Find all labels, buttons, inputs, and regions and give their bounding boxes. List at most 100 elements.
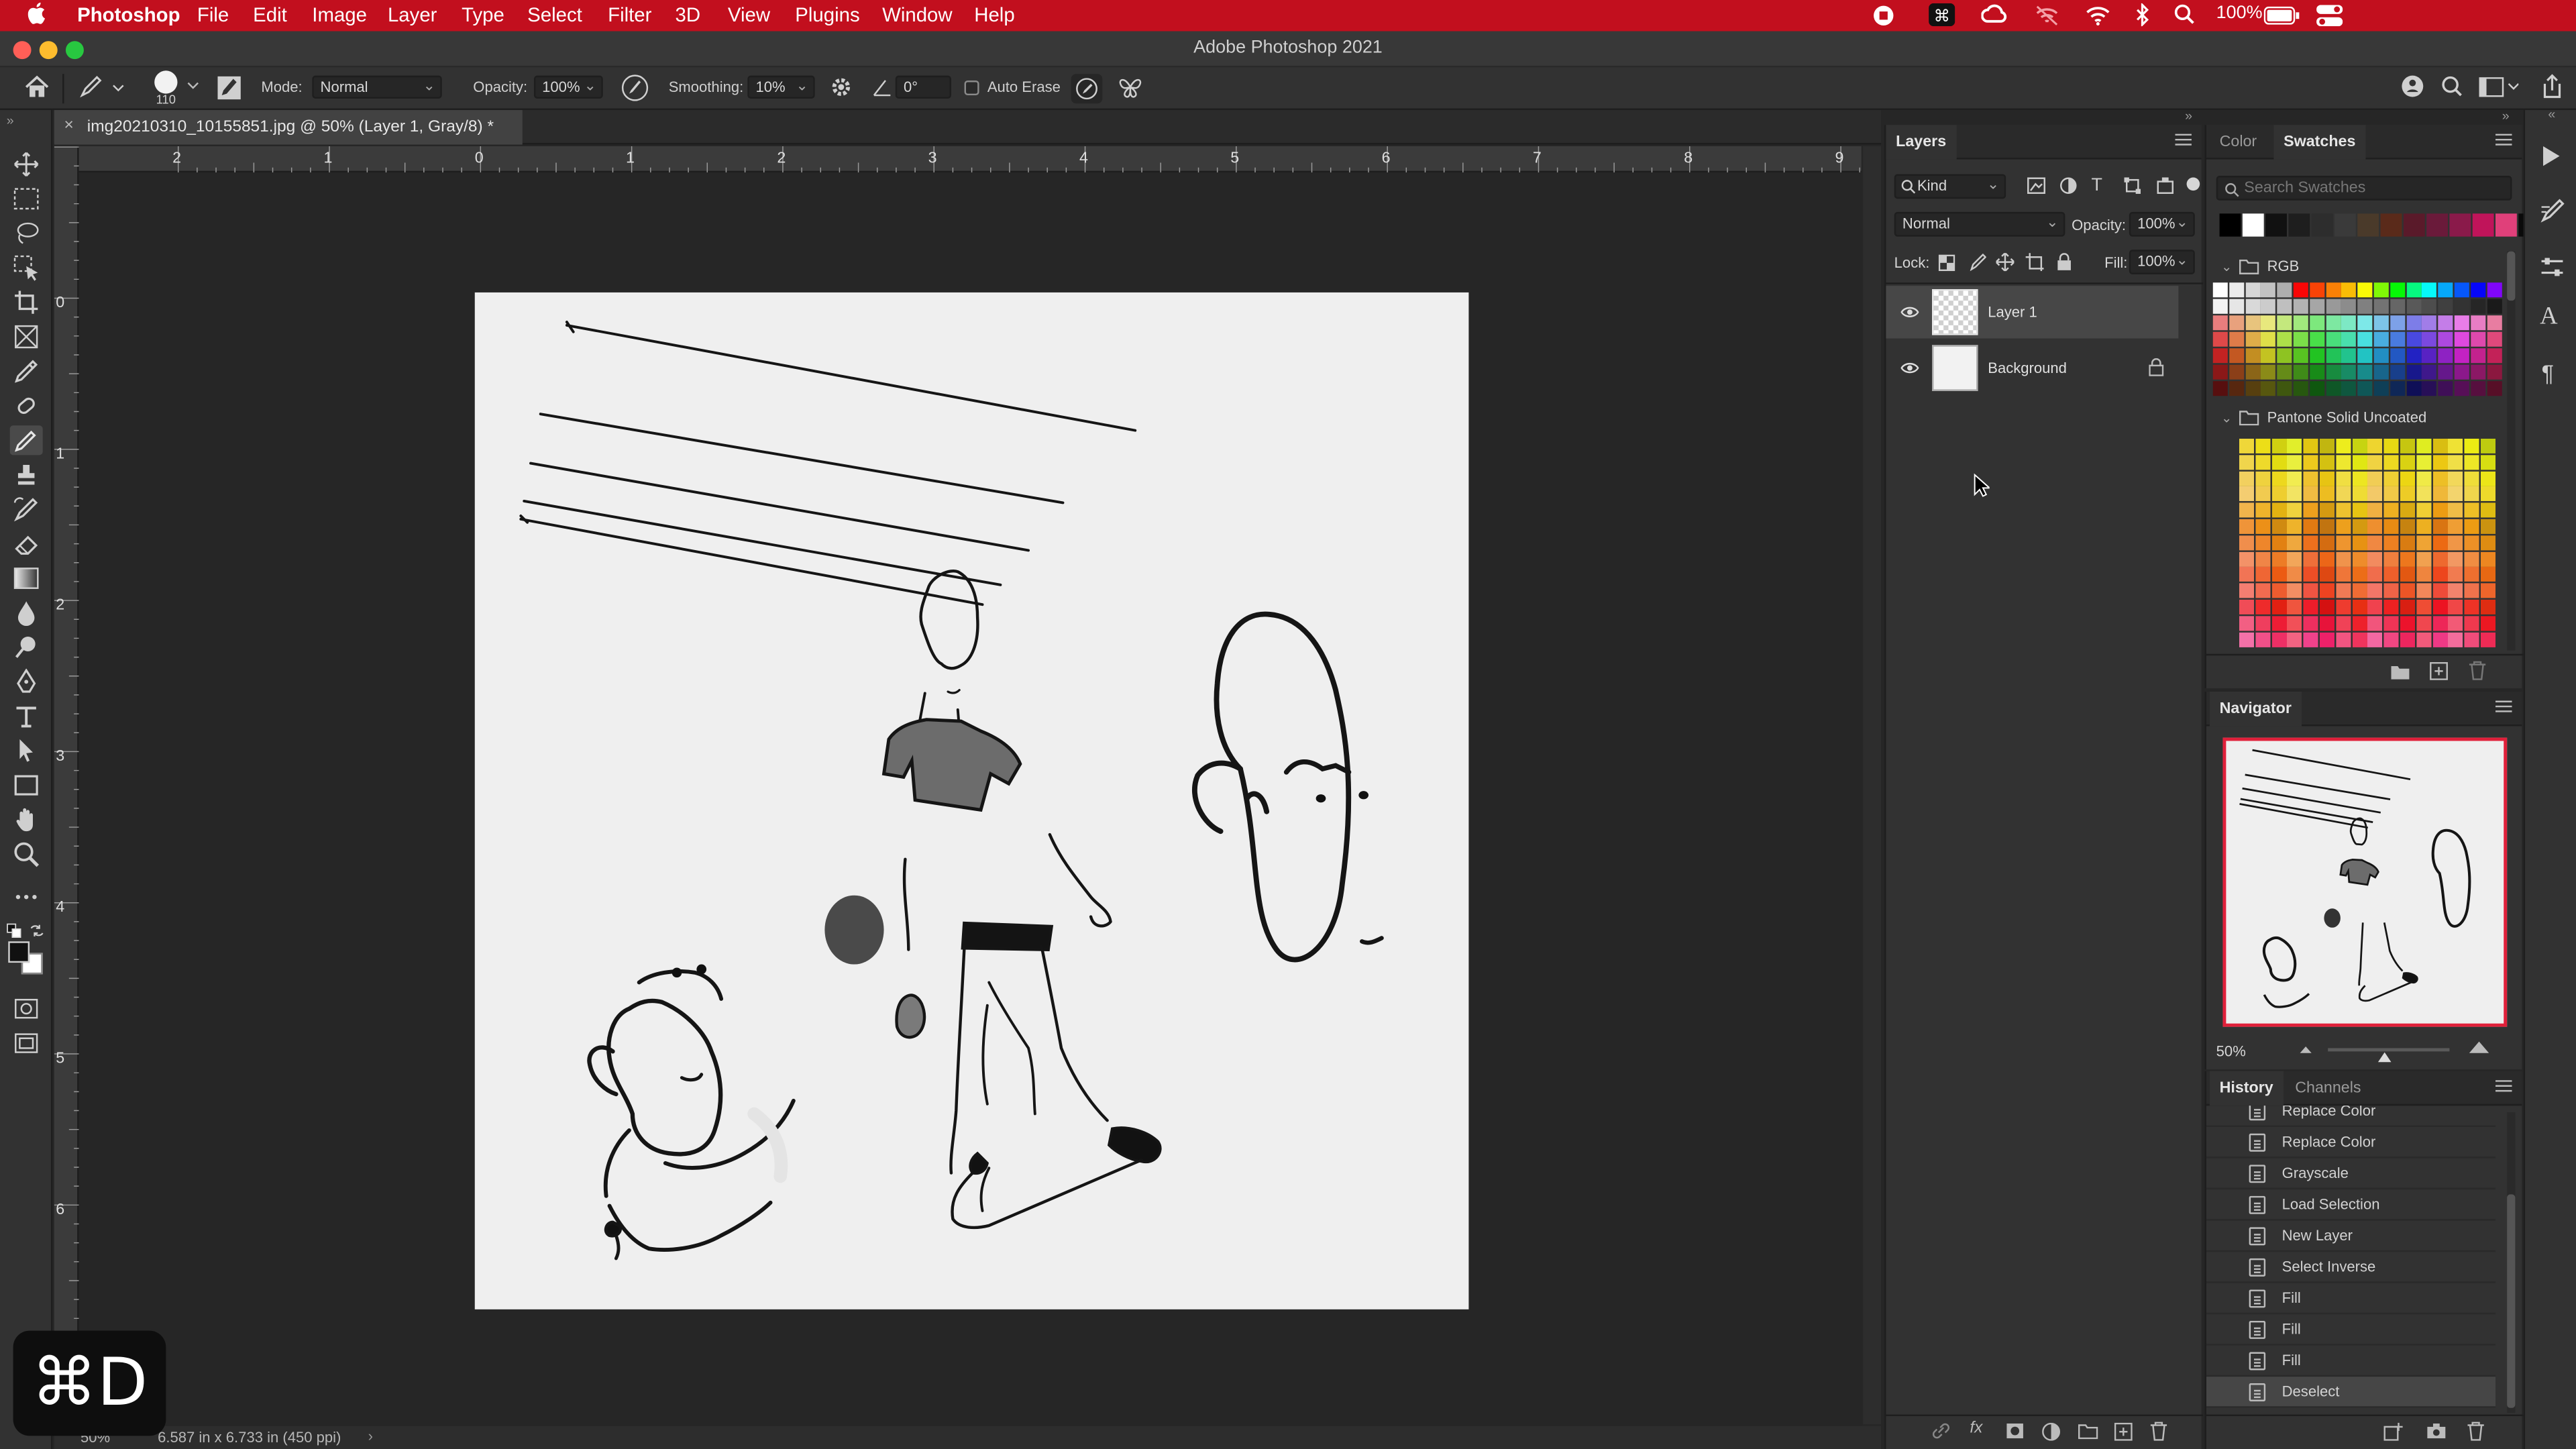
swatch[interactable]: [2454, 282, 2469, 298]
swatch[interactable]: [2242, 213, 2264, 237]
object-selection-tool-icon[interactable]: [10, 253, 43, 282]
chevron-right-icon[interactable]: ›: [368, 1428, 373, 1444]
battery-icon[interactable]: [2263, 6, 2300, 25]
chevron-down-icon[interactable]: ⌄: [2221, 411, 2232, 425]
swatch[interactable]: [2341, 331, 2357, 347]
swatch[interactable]: [2239, 631, 2255, 647]
swatch[interactable]: [2486, 282, 2502, 298]
swatch[interactable]: [2422, 331, 2437, 347]
history-item[interactable]: Fill: [2206, 1283, 2496, 1315]
swatch[interactable]: [2383, 438, 2399, 453]
swatch[interactable]: [2335, 615, 2351, 631]
swatch[interactable]: [2287, 502, 2302, 518]
swatch[interactable]: [2245, 299, 2260, 314]
swatch[interactable]: [2400, 583, 2416, 598]
swatch[interactable]: [2212, 331, 2228, 347]
swatch[interactable]: [2390, 364, 2405, 380]
swatch[interactable]: [2406, 364, 2421, 380]
swatch[interactable]: [2287, 486, 2302, 502]
swatch[interactable]: [2239, 615, 2255, 631]
paragraph-panel-icon[interactable]: ¶: [2542, 360, 2554, 386]
healing-brush-tool-icon[interactable]: [10, 391, 43, 421]
swatch[interactable]: [2406, 381, 2421, 396]
swatch[interactable]: [2406, 331, 2421, 347]
swatch[interactable]: [2406, 315, 2421, 331]
history-item[interactable]: Load Selection: [2206, 1189, 2496, 1221]
filter-toggle-icon[interactable]: [2186, 177, 2200, 191]
swatch[interactable]: [2373, 299, 2389, 314]
swatch[interactable]: [2432, 519, 2447, 534]
smoothing-input[interactable]: 10% ⌄: [747, 75, 815, 99]
swatch[interactable]: [2470, 315, 2485, 331]
swatch[interactable]: [2239, 551, 2255, 566]
swatch[interactable]: [2303, 615, 2318, 631]
swatch[interactable]: [2325, 364, 2341, 380]
swatch[interactable]: [2470, 364, 2485, 380]
swatch[interactable]: [2480, 535, 2496, 550]
swatch[interactable]: [2351, 502, 2367, 518]
swatch[interactable]: [2448, 551, 2463, 566]
swatch[interactable]: [2357, 331, 2373, 347]
swatch[interactable]: [2341, 315, 2357, 331]
swatch[interactable]: [2229, 381, 2244, 396]
swatch[interactable]: [2432, 502, 2447, 518]
eye-icon[interactable]: [1900, 362, 1919, 375]
swatch[interactable]: [2335, 502, 2351, 518]
menu-select[interactable]: Select: [527, 3, 582, 26]
swatch[interactable]: [2335, 438, 2351, 453]
swatch[interactable]: [2325, 315, 2341, 331]
lock-position-icon[interactable]: [1996, 253, 2015, 272]
lock-artboard-icon[interactable]: [2025, 253, 2044, 272]
slider-handle[interactable]: [2377, 1051, 2392, 1063]
swatch[interactable]: [2325, 331, 2341, 347]
swatch[interactable]: [2303, 502, 2318, 518]
marquee-tool-icon[interactable]: [10, 184, 43, 213]
swatch[interactable]: [2480, 519, 2496, 534]
lasso-tool-icon[interactable]: [10, 219, 43, 248]
swatch[interactable]: [2303, 583, 2318, 598]
swatch[interactable]: [2239, 502, 2255, 518]
swatch[interactable]: [2245, 348, 2260, 364]
layer-row-layer-1[interactable]: Layer 1: [1886, 286, 2179, 339]
swatch[interactable]: [2400, 551, 2416, 566]
swatch[interactable]: [2422, 299, 2437, 314]
navigator-zoom-value[interactable]: 50%: [2216, 1043, 2246, 1059]
swatch[interactable]: [2416, 567, 2431, 582]
history-item[interactable]: Grayscale: [2206, 1159, 2496, 1190]
swatch[interactable]: [2277, 282, 2292, 298]
brush-tip-preview-icon[interactable]: [154, 70, 178, 94]
layer-opacity-input[interactable]: 100% ⌄: [2129, 211, 2195, 237]
swatch[interactable]: [2426, 213, 2448, 237]
swatch[interactable]: [2464, 551, 2479, 566]
recent-swatches[interactable]: [2219, 213, 2542, 237]
swatch[interactable]: [2416, 438, 2431, 453]
swatch[interactable]: [2438, 331, 2453, 347]
eraser-tool-icon[interactable]: [10, 529, 43, 559]
swatch[interactable]: [2496, 213, 2517, 237]
swatch[interactable]: [2277, 315, 2292, 331]
swatch[interactable]: [2287, 470, 2302, 486]
history-item[interactable]: Select Inverse: [2206, 1252, 2496, 1283]
swatch[interactable]: [2229, 282, 2244, 298]
swatch[interactable]: [2287, 631, 2302, 647]
swatch[interactable]: [2229, 348, 2244, 364]
layer-name[interactable]: Layer 1: [1988, 304, 2037, 320]
swatch[interactable]: [2255, 599, 2270, 614]
snapshot-camera-icon[interactable]: [2426, 1423, 2446, 1439]
character-panel-icon[interactable]: A: [2540, 304, 2558, 332]
creative-cloud-icon[interactable]: [1981, 3, 2007, 26]
panel-menu-icon[interactable]: [2175, 133, 2192, 146]
swatch[interactable]: [2319, 470, 2335, 486]
chevron-down-icon[interactable]: ⌄: [2221, 260, 2232, 274]
swatch[interactable]: [2486, 315, 2502, 331]
swatch[interactable]: [2416, 551, 2431, 566]
swatch[interactable]: [2367, 470, 2383, 486]
swatch[interactable]: [2351, 551, 2367, 566]
pantone-swatch-grid[interactable]: [2239, 438, 2502, 651]
swatch[interactable]: [2383, 470, 2399, 486]
eyedropper-tool-icon[interactable]: [10, 356, 43, 386]
menu-plugins[interactable]: Plugins: [795, 3, 859, 26]
swatch[interactable]: [2303, 486, 2318, 502]
swatch[interactable]: [2271, 583, 2286, 598]
menu-filter[interactable]: Filter: [608, 3, 651, 26]
